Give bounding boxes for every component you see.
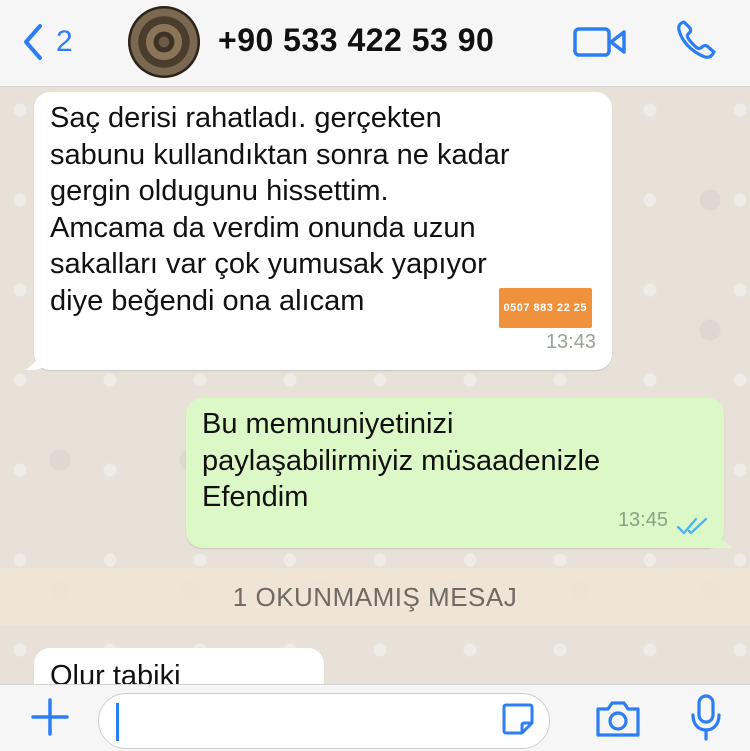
unread-messages-banner: 1 OKUNMAMIŞ MESAJ xyxy=(0,568,750,626)
watermark-phone-badge: 0507 883 22 25 xyxy=(498,287,592,328)
sticker-icon[interactable] xyxy=(500,701,536,737)
back-button[interactable]: 2 xyxy=(20,22,73,62)
unread-chats-count: 2 xyxy=(56,25,73,58)
contact-name[interactable]: +90 533 422 53 90 xyxy=(218,22,494,59)
message-composer xyxy=(0,684,750,751)
message-text: Saç derisi rahatladı. gerçekten sabunu k… xyxy=(50,102,510,317)
phone-icon[interactable] xyxy=(674,18,718,62)
back-chevron-icon xyxy=(24,24,42,60)
text-cursor xyxy=(116,703,119,741)
microphone-icon[interactable] xyxy=(688,693,724,743)
message-input[interactable] xyxy=(98,693,550,749)
message-time: 13:45 xyxy=(617,508,668,531)
message-text: Bu memnuniyetinizi paylaşabilirmiyiz müs… xyxy=(202,408,601,513)
chat-header: 2 +90 533 422 53 90 xyxy=(0,0,750,87)
message-time: 13:43 xyxy=(545,330,596,353)
camera-icon[interactable] xyxy=(594,697,642,739)
double-check-icon xyxy=(676,517,708,535)
avatar[interactable] xyxy=(128,6,200,78)
video-call-icon[interactable] xyxy=(572,22,628,62)
message-bubble-incoming[interactable]: Saç derisi rahatladı. gerçekten sabunu k… xyxy=(26,92,612,370)
plus-icon[interactable] xyxy=(30,697,70,737)
message-bubble-outgoing[interactable]: Bu memnuniyetinizi paylaşabilirmiyiz müs… xyxy=(186,398,732,548)
